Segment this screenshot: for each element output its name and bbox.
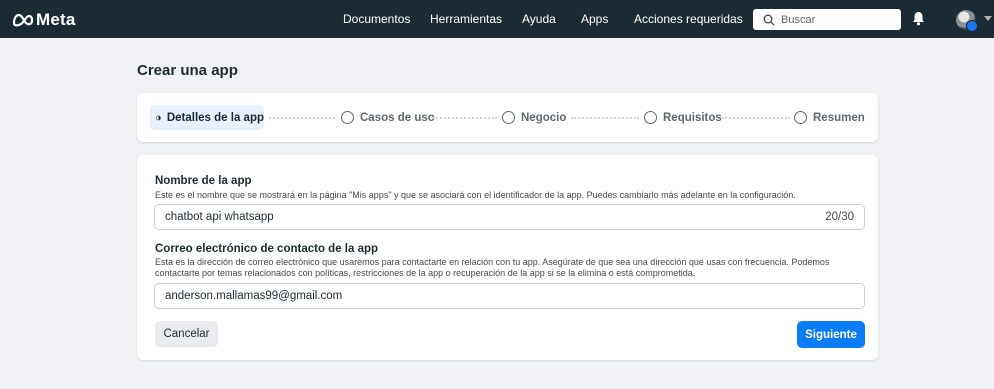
app-name-label: Nombre de la app xyxy=(155,175,252,187)
create-app-form: Nombre de la app Este es el nombre que s… xyxy=(137,155,878,360)
step-label: Negocio xyxy=(521,111,567,124)
meta-logo[interactable]: Meta xyxy=(12,10,76,30)
account-menu-chevron-down-icon[interactable] xyxy=(984,16,992,21)
step-negocio[interactable]: Negocio xyxy=(502,105,566,130)
step-connector xyxy=(433,117,497,119)
nav-herramientas[interactable]: Herramientas xyxy=(430,12,502,26)
facebook-badge-icon xyxy=(966,20,978,32)
step-detalles-de-la-app[interactable]: Detalles de la app xyxy=(150,105,264,130)
meta-infinity-icon xyxy=(12,13,34,27)
next-button[interactable]: Siguiente xyxy=(797,321,865,348)
app-name-help-text: Este es el nombre que se mostrará en la … xyxy=(155,190,796,200)
contact-email-input[interactable] xyxy=(165,290,854,302)
half-filled-circle-icon xyxy=(156,115,161,120)
empty-circle-icon xyxy=(644,111,657,124)
step-connector xyxy=(722,117,790,119)
contact-email-label: Correo electrónico de contacto de la app xyxy=(155,243,379,255)
app-name-field[interactable]: 20/30 xyxy=(154,204,865,230)
app-name-char-counter: 20/30 xyxy=(825,211,854,223)
empty-circle-icon xyxy=(794,111,807,124)
empty-circle-icon xyxy=(341,111,354,124)
step-label: Detalles de la app xyxy=(166,111,264,124)
top-navigation-bar: Meta Documentos Herramientas Ayuda Apps … xyxy=(0,0,994,38)
cancel-button[interactable]: Cancelar xyxy=(155,321,218,347)
nav-ayuda[interactable]: Ayuda xyxy=(522,12,556,26)
step-label: Resumen xyxy=(813,111,865,124)
search-icon xyxy=(763,14,775,25)
notifications-bell-icon[interactable] xyxy=(912,11,925,26)
nav-documentos[interactable]: Documentos xyxy=(343,12,410,26)
app-name-input[interactable] xyxy=(165,211,826,223)
nav-apps[interactable]: Apps xyxy=(581,12,608,26)
step-resumen[interactable]: Resumen xyxy=(794,105,865,130)
create-app-stepper: Detalles de la app Casos de uso Negocio … xyxy=(137,93,878,142)
step-label: Casos de uso xyxy=(360,111,435,124)
search-input[interactable] xyxy=(781,13,891,26)
step-label: Requisitos xyxy=(663,111,722,124)
step-connector xyxy=(571,117,639,119)
step-requisitos[interactable]: Requisitos xyxy=(644,105,722,130)
contact-email-help-text: Esta es la dirección de correo electróni… xyxy=(155,257,830,278)
step-connector xyxy=(269,117,335,119)
logo-text: Meta xyxy=(36,10,76,29)
page-title: Crear una app xyxy=(137,62,238,79)
empty-circle-icon xyxy=(502,111,515,124)
nav-acciones-requeridas[interactable]: Acciones requeridas xyxy=(634,12,743,26)
contact-email-field[interactable] xyxy=(154,283,865,309)
search-box[interactable] xyxy=(753,9,901,30)
step-casos-de-uso[interactable]: Casos de uso xyxy=(341,105,435,130)
